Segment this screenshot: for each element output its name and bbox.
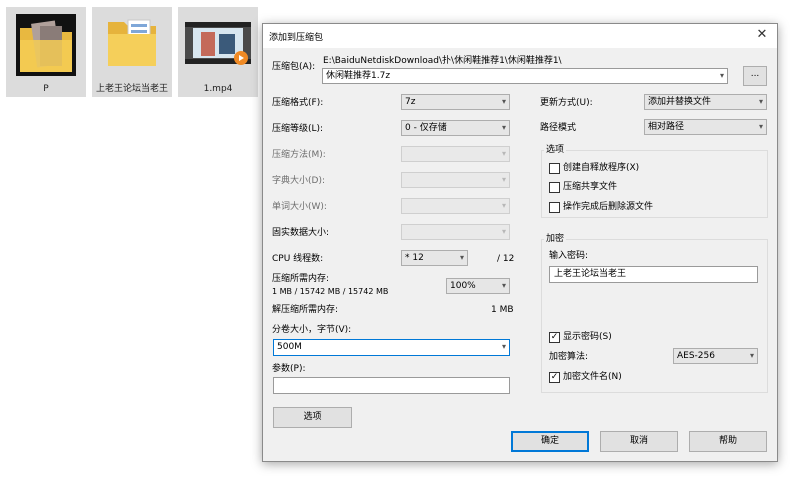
desktop-icon-folder-2[interactable]: 上老王论坛当老王 [92,7,172,97]
check-icon: ✓ [549,372,560,383]
encryption-method-select[interactable]: AES-256 ▾ [673,348,758,364]
checkbox-box [549,202,560,213]
mem-decompress-label: 解压缩所需内存: [272,305,339,315]
password-input[interactable]: 上老王论坛当老王 [549,266,758,283]
checkbox-box [549,163,560,174]
level-value: 0 - 仅存储 [405,123,447,133]
archive-filename-value: 休闲鞋推荐1.7z [326,71,391,81]
cancel-button[interactable]: 取消 [600,431,678,452]
encryption-group [541,239,768,393]
folder-icon [16,14,76,76]
word-label: 单词大小(W): [272,202,327,212]
help-button[interactable]: 帮助 [689,431,767,452]
params-label: 参数(P): [272,364,306,374]
show-password-label: 显示密码(S) [563,332,612,342]
show-password-checkbox[interactable]: ✓ 显示密码(S) [549,332,612,344]
path-mode-value: 相对路径 [648,122,685,132]
path-mode-select[interactable]: 相对路径 ▾ [644,119,767,135]
volume-label: 分卷大小，字节(V): [272,325,352,335]
chevron-down-icon: ▾ [501,201,506,210]
chevron-down-icon: ▾ [501,281,506,290]
add-to-archive-dialog: 添加到压缩包 ✕ 压缩包(A): E:\BaiduNetdiskDownload… [262,23,778,462]
chevron-down-icon: ▾ [501,149,506,158]
method-select: ▾ [401,146,510,162]
desktop-icon-folder-p[interactable]: P [6,7,86,97]
encrypt-names-label: 加密文件名(N) [563,372,622,382]
sfx-label: 创建自释放程序(X) [563,163,640,173]
cpu-max: / 12 [497,254,515,264]
chevron-down-icon: ▾ [758,122,763,131]
chevron-down-icon: ▾ [719,71,724,80]
folder-icon [108,19,156,66]
format-label: 压缩格式(F): [272,98,324,108]
volume-combo[interactable]: 500M ▾ [273,339,510,356]
format-select[interactable]: 7z ▾ [401,94,510,110]
chevron-down-icon: ▾ [758,97,763,106]
video-file-icon [185,22,251,65]
shared-label: 压缩共享文件 [563,182,618,192]
chevron-down-icon: ▾ [501,227,506,236]
update-value: 添加并替换文件 [648,97,712,107]
browse-button[interactable]: ... [743,66,767,86]
encryption-group-title: 加密 [544,233,567,245]
solid-label: 固实数据大小: [272,228,330,238]
format-value: 7z [405,97,416,107]
update-select[interactable]: 添加并替换文件 ▾ [644,94,767,110]
encryption-method-label: 加密算法: [549,352,589,362]
chevron-down-icon: ▾ [749,351,754,360]
mem-percent-select[interactable]: 100% ▾ [446,278,510,294]
password-label: 输入密码: [549,251,589,261]
encryption-method-value: AES-256 [677,351,715,361]
desktop-icon-label: 上老王论坛当老王 [95,84,168,94]
sfx-checkbox[interactable]: 创建自释放程序(X) [549,163,639,175]
title-bar: 添加到压缩包 ✕ [263,24,777,48]
mem-compress-label: 压缩所需内存: [272,274,330,284]
params-input[interactable] [273,377,510,394]
chevron-down-icon: ▾ [501,175,506,184]
options-group-title: 选项 [544,144,567,156]
mem-compress-detail: 1 MB / 15742 MB / 15742 MB [272,287,389,296]
mem-percent-value: 100% [450,281,476,291]
chevron-down-icon: ▾ [459,253,464,262]
level-select[interactable]: 0 - 仅存储 ▾ [401,120,510,136]
checkbox-box [549,182,560,193]
chevron-down-icon: ▾ [501,342,506,351]
desktop-icon-label: 1.mp4 [203,84,233,94]
dict-select: ▾ [401,172,510,188]
solid-select: ▾ [401,224,510,240]
delete-label: 操作完成后删除源文件 [563,202,654,212]
ok-button[interactable]: 确定 [511,431,589,452]
volume-value: 500M [277,342,302,352]
delete-checkbox[interactable]: 操作完成后删除源文件 [549,202,653,214]
desktop-icon-video[interactable]: 1.mp4 [178,7,258,97]
update-label: 更新方式(U): [540,98,593,108]
archive-label: 压缩包(A): [272,62,316,72]
dialog-title: 添加到压缩包 [269,33,324,43]
dict-label: 字典大小(D): [272,176,325,186]
cpu-value: * 12 [405,253,424,263]
cpu-label: CPU 线程数: [272,254,324,264]
method-label: 压缩方法(M): [272,150,326,160]
path-mode-label: 路径模式 [540,123,577,133]
chevron-down-icon: ▾ [501,123,506,132]
options-button[interactable]: 选项 [273,407,352,428]
level-label: 压缩等级(L): [272,124,324,134]
mem-decompress-value: 1 MB [491,305,514,315]
word-select: ▾ [401,198,510,214]
cpu-select[interactable]: * 12 ▾ [401,250,468,266]
archive-path: E:\BaiduNetdiskDownload\扑\休闲鞋推荐1\休闲鞋推荐1\ [323,56,562,66]
check-icon: ✓ [549,332,560,343]
encrypt-names-checkbox[interactable]: ✓ 加密文件名(N) [549,372,622,384]
desktop-icon-label: P [43,84,49,94]
shared-checkbox[interactable]: 压缩共享文件 [549,182,617,194]
archive-filename-combo[interactable]: 休闲鞋推荐1.7z ▾ [322,68,728,84]
close-icon[interactable]: ✕ [755,28,769,42]
chevron-down-icon: ▾ [501,97,506,106]
